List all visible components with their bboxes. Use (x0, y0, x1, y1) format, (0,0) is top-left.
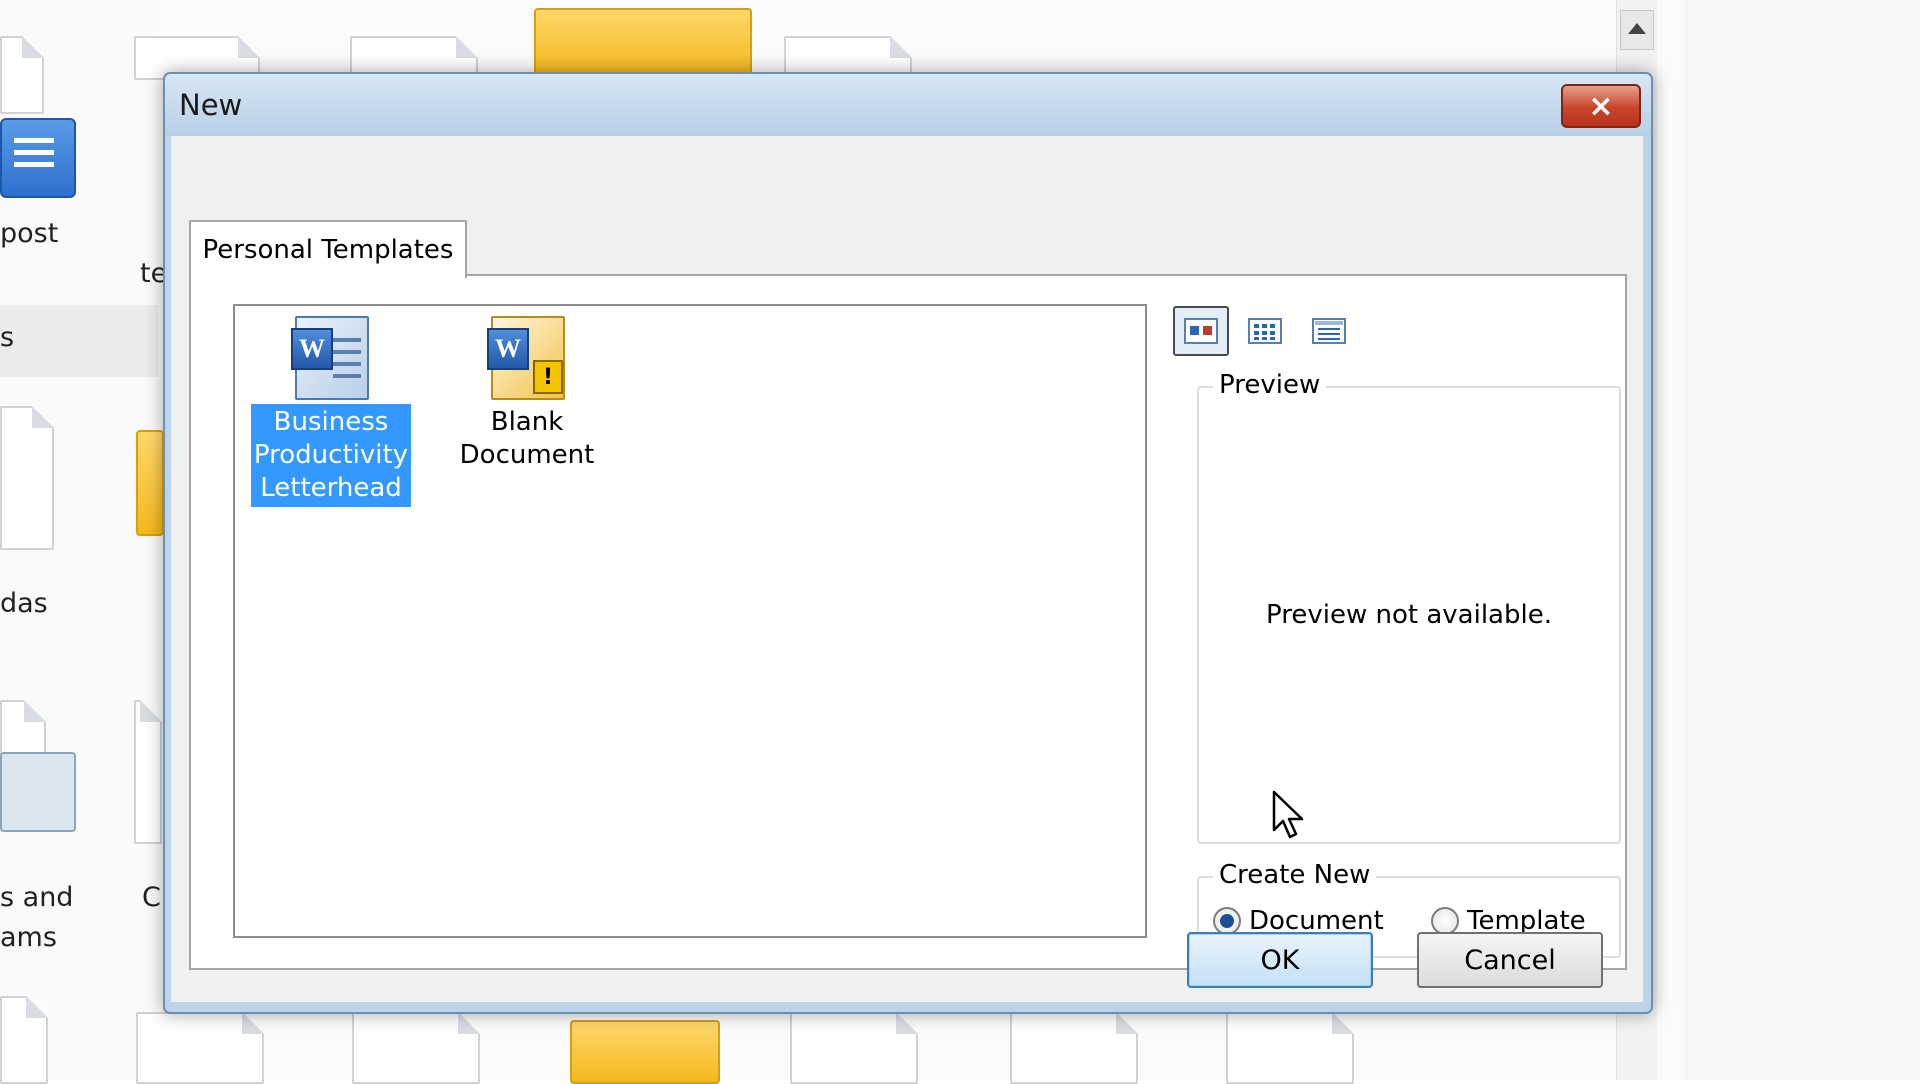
background-selected-row (0, 305, 158, 377)
background-label: s (0, 322, 15, 353)
details-icon (1312, 318, 1346, 344)
template-label: Business Productivity Letterhead (251, 404, 411, 507)
background-document-icon (0, 996, 48, 1084)
large-icons-icon (1184, 318, 1218, 344)
scroll-up-arrow-icon[interactable] (1620, 10, 1654, 50)
dialog-titlebar[interactable]: New × (165, 74, 1651, 136)
preview-message: Preview not available. (1266, 600, 1552, 630)
list-view-button[interactable] (1237, 306, 1293, 356)
template-item-business-productivity-letterhead[interactable]: W Business Productivity Letterhead (251, 314, 411, 507)
background-label: s and (0, 882, 74, 913)
tab-panel: W Business Productivity Letterhead W ! B… (189, 274, 1627, 970)
ok-button[interactable]: OK (1187, 932, 1373, 988)
tab-personal-templates[interactable]: Personal Templates (189, 220, 467, 278)
background-document-icon (1010, 1012, 1138, 1084)
word-template-icon: W (291, 314, 371, 400)
background-document-icon (352, 1012, 480, 1084)
view-mode-buttons (1173, 306, 1357, 356)
background-label: post (0, 218, 59, 249)
background-folder-icon (570, 1020, 720, 1084)
background-document-icon (0, 406, 54, 550)
background-document-icon (136, 1012, 264, 1084)
dialog-title: New (179, 88, 243, 122)
word-blank-document-icon: W ! (487, 314, 567, 400)
list-icon (1248, 318, 1282, 344)
radio-template-indicator[interactable] (1431, 907, 1459, 935)
background-comment-icon (0, 118, 76, 198)
preview-group: Preview Preview not available. (1197, 370, 1621, 844)
background-label: das (0, 588, 48, 619)
large-icons-view-button[interactable] (1173, 306, 1229, 356)
template-label: Blank Document (459, 407, 595, 470)
mouse-pointer-icon (1272, 790, 1304, 839)
create-new-legend: Create New (1213, 860, 1377, 890)
background-folder-icon (534, 8, 752, 76)
close-button[interactable]: × (1561, 84, 1641, 128)
background-label: ams (0, 922, 57, 953)
background-label: C (142, 882, 161, 913)
template-list[interactable]: W Business Productivity Letterhead W ! B… (233, 304, 1147, 938)
details-view-button[interactable] (1301, 306, 1357, 356)
background-folder-icon (136, 430, 164, 536)
dialog-client-area: Personal Templates W Business Productivi… (171, 136, 1643, 1002)
radio-document-indicator[interactable] (1213, 907, 1241, 935)
cancel-button[interactable]: Cancel (1417, 932, 1603, 988)
background-document-icon (134, 700, 162, 844)
background-presentation-icon (0, 752, 76, 832)
close-icon: × (1588, 88, 1614, 124)
background-document-icon (790, 1012, 918, 1084)
template-item-blank-document[interactable]: W ! Blank Document (447, 314, 607, 474)
background-document-icon (0, 36, 44, 114)
background-right-pane (1686, 0, 1920, 1080)
new-dialog: New × Personal Templates W Business Prod… (163, 72, 1653, 1014)
background-document-icon (1226, 1012, 1354, 1084)
